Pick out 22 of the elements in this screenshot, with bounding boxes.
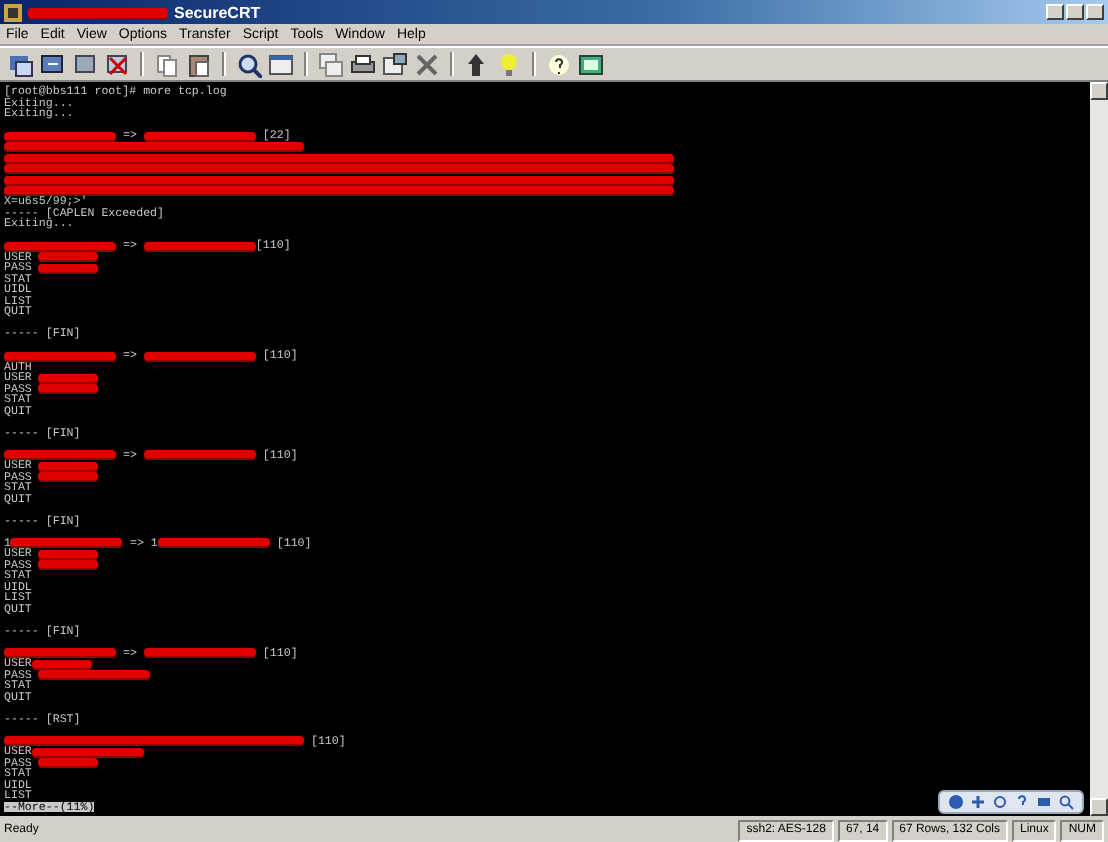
maximize-button[interactable] bbox=[1066, 4, 1084, 20]
redaction-mark bbox=[143, 648, 256, 657]
paste-icon[interactable] bbox=[186, 51, 212, 77]
redaction-mark bbox=[4, 351, 116, 360]
redaction-mark bbox=[157, 538, 270, 547]
search-icon[interactable] bbox=[236, 51, 262, 77]
app-icon bbox=[4, 3, 22, 21]
close-button[interactable] bbox=[1086, 4, 1104, 20]
redaction-mark bbox=[143, 351, 256, 360]
disconnect-icon[interactable] bbox=[104, 51, 130, 77]
print-icon[interactable] bbox=[350, 51, 376, 77]
search-icon[interactable] bbox=[1058, 794, 1074, 810]
scrollbar[interactable] bbox=[1090, 82, 1108, 816]
help-icon[interactable] bbox=[546, 51, 572, 77]
minimize-button[interactable] bbox=[1046, 4, 1064, 20]
window-icon[interactable] bbox=[268, 51, 294, 77]
redaction-mark bbox=[143, 450, 256, 459]
window-title: SecureCRT bbox=[174, 3, 261, 21]
window-icon[interactable] bbox=[1036, 794, 1052, 810]
redaction-mark bbox=[143, 241, 256, 250]
lightbulb-icon[interactable] bbox=[496, 51, 522, 77]
options-icon[interactable] bbox=[382, 51, 408, 77]
